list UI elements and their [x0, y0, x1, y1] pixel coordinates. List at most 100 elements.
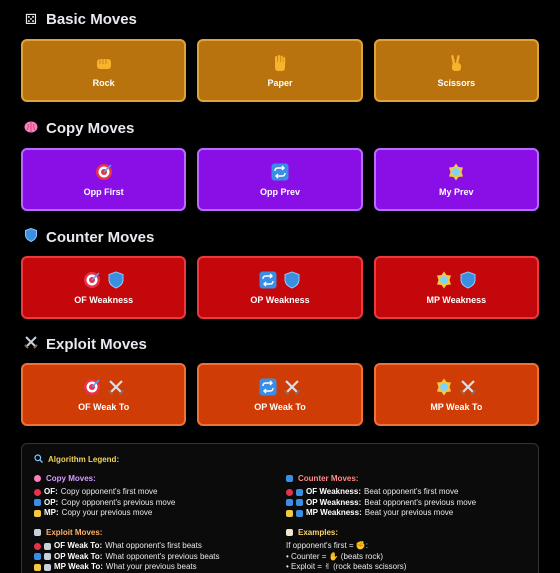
- opp-first-button[interactable]: Opp First: [21, 148, 187, 211]
- legend-examples-section: Examples: If opponent's first = ✊: • Cou…: [286, 528, 526, 573]
- legend-line: MP Weak To: What your previous beats: [34, 562, 274, 573]
- of-weakness-label: OF Weakness: [74, 295, 134, 305]
- legend-counter-section: Counter Moves: OF Weakness: Beat opponent…: [286, 474, 526, 519]
- legend-text: Beat opponent's first move: [363, 487, 459, 496]
- counter-moves-row: OF Weakness OP Weakness MP Weakness: [21, 256, 539, 319]
- mp-weak-to-button[interactable]: MP Weak To: [373, 363, 539, 426]
- sparkle-shape-icon: [34, 509, 41, 517]
- shield-icon: [24, 227, 38, 246]
- legend-key: OP:: [44, 497, 59, 507]
- paper-button[interactable]: Paper: [197, 39, 363, 102]
- exploit-moves-heading: Exploit Moves: [24, 335, 147, 353]
- scissors-label: Scissors: [437, 78, 476, 88]
- victory-hand-icon: [447, 54, 465, 72]
- legend-line: OP Weakness: Beat opponent's previous mov…: [286, 498, 526, 509]
- of-weak-to-button[interactable]: OF Weak To: [21, 363, 187, 426]
- crossed-swords-icon: [459, 378, 477, 396]
- legend-line: OF Weak To: What opponent's first beats: [34, 541, 274, 552]
- op-weakness-label: OP Weakness: [250, 295, 310, 305]
- mp-weak-to-label: MP Weak To: [430, 402, 483, 412]
- crossed-swords-icon: [44, 563, 51, 571]
- target-icon: [83, 378, 101, 396]
- opp-first-label: Opp First: [83, 187, 124, 197]
- dice-icon: ⚄: [24, 11, 38, 28]
- legend-counter-title: Counter Moves:: [298, 474, 359, 483]
- target-icon: [286, 488, 293, 496]
- repeat-icon: [259, 378, 277, 396]
- crossed-swords-icon: [44, 553, 51, 561]
- legend-text: Beat opponent's previous move: [364, 497, 477, 507]
- basic-moves-title: Basic Moves: [46, 11, 137, 28]
- raised-hand-icon: [271, 54, 289, 72]
- legend-text: Beat your previous move: [364, 508, 454, 517]
- legend-exploit-heading: Exploit Moves:: [34, 528, 274, 537]
- legend-line: OP: Copy opponent's previous move: [34, 498, 274, 509]
- mp-weakness-label: MP Weakness: [426, 295, 487, 305]
- op-weak-to-label: OP Weak To: [254, 402, 306, 412]
- opp-prev-button[interactable]: Opp Prev: [197, 148, 363, 211]
- mp-weakness-button[interactable]: MP Weakness: [373, 256, 539, 319]
- legend-copy-heading: Copy Moves:: [34, 474, 274, 483]
- legend-line: OF Weakness: Beat opponent's first move: [286, 487, 526, 498]
- legend-key: MP Weakness:: [306, 508, 362, 517]
- document-icon: [286, 529, 293, 536]
- op-weakness-button[interactable]: OP Weakness: [197, 256, 363, 319]
- counter-moves-title: Counter Moves: [46, 228, 155, 246]
- op-weak-to-button[interactable]: OP Weak To: [197, 363, 363, 426]
- legend-examples-heading: Examples:: [286, 528, 526, 537]
- brain-icon: [24, 121, 38, 137]
- legend-exploit-section: Exploit Moves: OF Weak To: What opponent'…: [34, 528, 274, 573]
- magnifier-icon: [34, 454, 43, 465]
- example-line: • Exploit = ✌ (rock beats scissors): [286, 562, 407, 571]
- sparkle-shape-icon: [435, 378, 453, 396]
- basic-moves-heading: ⚄ Basic Moves: [24, 11, 137, 28]
- legend-line: OP Weak To: What opponent's previous beat…: [34, 552, 274, 563]
- legend-key: OP Weak To:: [54, 551, 103, 561]
- target-icon: [83, 271, 101, 289]
- legend-line: MP: Copy your previous move: [34, 508, 274, 519]
- algorithm-legend: Algorithm Legend: Copy Moves: OF: Copy op…: [21, 443, 539, 573]
- legend-line: OF: Copy opponent's first move: [34, 487, 274, 498]
- legend-copy-title: Copy Moves:: [46, 474, 96, 483]
- brain-icon: [34, 475, 41, 482]
- crossed-swords-icon: [34, 529, 41, 536]
- legend-counter-heading: Counter Moves:: [286, 474, 526, 483]
- repeat-icon: [34, 499, 41, 507]
- legend-key: MP Weak To:: [54, 562, 103, 571]
- repeat-icon: [286, 499, 293, 507]
- legend-copy-section: Copy Moves: OF: Copy opponent's first mov…: [34, 474, 274, 519]
- scissors-button[interactable]: Scissors: [373, 39, 539, 102]
- legend-heading: Algorithm Legend:: [34, 454, 119, 465]
- legend-exploit-title: Exploit Moves:: [46, 528, 103, 537]
- counter-moves-heading: Counter Moves: [24, 227, 155, 246]
- basic-moves-row: Rock Paper Scissors: [21, 39, 539, 102]
- crossed-swords-icon: [283, 378, 301, 396]
- target-icon: [34, 488, 41, 496]
- shield-icon: [286, 475, 293, 482]
- legend-key: OF Weak To:: [54, 541, 103, 550]
- target-icon: [34, 542, 41, 550]
- legend-text: What your previous beats: [105, 562, 197, 571]
- shield-icon: [296, 509, 303, 517]
- crossed-swords-icon: [24, 335, 38, 353]
- rock-label: Rock: [92, 78, 115, 88]
- legend-key: OF:: [44, 487, 58, 496]
- sparkle-shape-icon: [447, 163, 465, 181]
- my-prev-label: My Prev: [439, 187, 474, 197]
- example-line: If opponent's first = ✊:: [286, 541, 368, 550]
- exploit-moves-title: Exploit Moves: [46, 335, 147, 353]
- legend-key: OF Weakness:: [306, 487, 361, 496]
- of-weakness-button[interactable]: OF Weakness: [21, 256, 187, 319]
- shield-icon: [107, 271, 125, 289]
- example-line: • Counter = ✋ (beats rock): [286, 551, 384, 561]
- target-icon: [95, 163, 113, 181]
- legend-key: OP Weakness:: [306, 497, 362, 507]
- shield-icon: [296, 499, 303, 507]
- copy-moves-row: Opp First Opp Prev My Prev: [21, 148, 539, 211]
- of-weak-to-label: OF Weak To: [78, 402, 130, 412]
- my-prev-button[interactable]: My Prev: [373, 148, 539, 211]
- rock-button[interactable]: Rock: [21, 39, 187, 102]
- crossed-swords-icon: [44, 542, 51, 550]
- shield-icon: [459, 271, 477, 289]
- shield-icon: [283, 271, 301, 289]
